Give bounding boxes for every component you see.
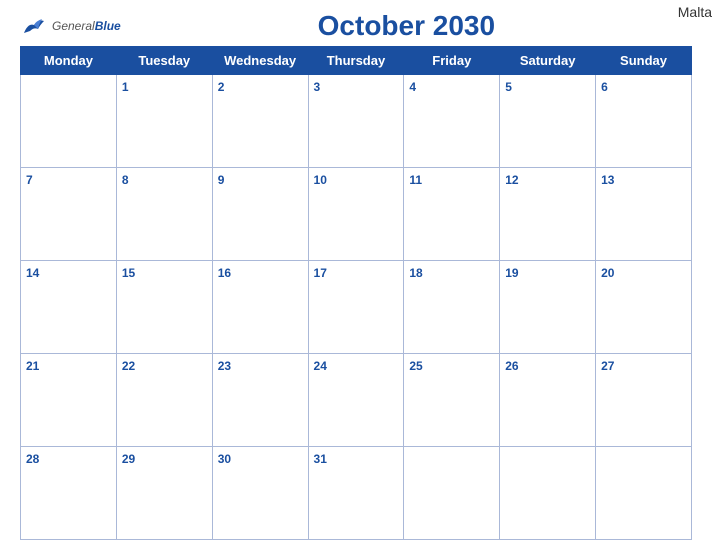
country-label: Malta <box>678 4 712 20</box>
day-number: 25 <box>409 359 422 373</box>
calendar-cell: 22 <box>116 354 212 447</box>
day-number: 29 <box>122 452 135 466</box>
calendar-cell: 20 <box>596 261 692 354</box>
calendar-cell: 1 <box>116 75 212 168</box>
day-number: 27 <box>601 359 614 373</box>
title-center: October 2030 <box>121 10 692 42</box>
day-number: 22 <box>122 359 135 373</box>
calendar-cell: 28 <box>21 447 117 540</box>
day-number: 13 <box>601 173 614 187</box>
calendar-body: 1234567891011121314151617181920212223242… <box>21 75 692 540</box>
day-number: 2 <box>218 80 225 94</box>
calendar-week-2: 7 8 9 10 11 12 13 <box>21 168 692 261</box>
day-number: 21 <box>26 359 39 373</box>
calendar-week-3: 14 15 16 17 18 19 20 <box>21 261 692 354</box>
logo-text: GeneralBlue <box>52 17 121 35</box>
day-number: 5 <box>505 80 512 94</box>
calendar-header: Monday Tuesday Wednesday Thursday Friday… <box>21 47 692 75</box>
calendar-cell: 4 <box>404 75 500 168</box>
calendar-cell: 10 <box>308 168 404 261</box>
calendar-cell: 6 <box>596 75 692 168</box>
day-number: 6 <box>601 80 608 94</box>
calendar-cell: 5 <box>500 75 596 168</box>
day-number: 26 <box>505 359 518 373</box>
day-number: 19 <box>505 266 518 280</box>
day-number: 12 <box>505 173 518 187</box>
calendar-cell: 25 <box>404 354 500 447</box>
day-number: 24 <box>314 359 327 373</box>
calendar-cell: 18 <box>404 261 500 354</box>
calendar-cell: 17 <box>308 261 404 354</box>
day-number: 8 <box>122 173 129 187</box>
day-number: 18 <box>409 266 422 280</box>
day-number: 3 <box>314 80 321 94</box>
logo-general: General <box>52 19 95 33</box>
calendar-cell: 21 <box>21 354 117 447</box>
calendar-cell: 23 <box>212 354 308 447</box>
calendar-cell: 8 <box>116 168 212 261</box>
calendar-cell: 12 <box>500 168 596 261</box>
calendar-cell: 2 <box>212 75 308 168</box>
col-friday: Friday <box>404 47 500 75</box>
calendar-week-1: 1 2 3 4 5 6 <box>21 75 692 168</box>
calendar-week-5: 28 29 30 31 <box>21 447 692 540</box>
day-number: 11 <box>409 173 422 187</box>
days-of-week-row: Monday Tuesday Wednesday Thursday Friday… <box>21 47 692 75</box>
col-monday: Monday <box>21 47 117 75</box>
col-tuesday: Tuesday <box>116 47 212 75</box>
calendar-cell <box>404 447 500 540</box>
header: GeneralBlue October 2030 Malta <box>20 10 692 42</box>
day-number: 16 <box>218 266 231 280</box>
col-wednesday: Wednesday <box>212 47 308 75</box>
col-saturday: Saturday <box>500 47 596 75</box>
calendar-cell: 31 <box>308 447 404 540</box>
day-number: 31 <box>314 452 327 466</box>
calendar-table: Monday Tuesday Wednesday Thursday Friday… <box>20 46 692 540</box>
calendar-cell: 3 <box>308 75 404 168</box>
day-number: 10 <box>314 173 327 187</box>
calendar-cell: 27 <box>596 354 692 447</box>
calendar-cell: 13 <box>596 168 692 261</box>
logo-icon <box>20 15 48 37</box>
logo-blue: Blue <box>95 19 121 33</box>
day-number: 1 <box>122 80 129 94</box>
calendar-cell: 9 <box>212 168 308 261</box>
day-number: 15 <box>122 266 135 280</box>
calendar-cell: 29 <box>116 447 212 540</box>
calendar-cell: 26 <box>500 354 596 447</box>
day-number: 7 <box>26 173 33 187</box>
calendar-cell: 11 <box>404 168 500 261</box>
day-number: 17 <box>314 266 327 280</box>
calendar-cell: 7 <box>21 168 117 261</box>
day-number: 9 <box>218 173 225 187</box>
calendar-cell: 16 <box>212 261 308 354</box>
day-number: 23 <box>218 359 231 373</box>
day-number: 30 <box>218 452 231 466</box>
calendar-cell <box>500 447 596 540</box>
calendar-cell: 24 <box>308 354 404 447</box>
logo-area: GeneralBlue <box>20 15 121 37</box>
calendar-cell <box>21 75 117 168</box>
col-thursday: Thursday <box>308 47 404 75</box>
calendar-week-4: 21 22 23 24 25 26 27 <box>21 354 692 447</box>
calendar-title: October 2030 <box>318 10 495 41</box>
day-number: 28 <box>26 452 39 466</box>
day-number: 14 <box>26 266 39 280</box>
calendar-cell: 30 <box>212 447 308 540</box>
col-sunday: Sunday <box>596 47 692 75</box>
calendar-cell: 14 <box>21 261 117 354</box>
calendar-cell <box>596 447 692 540</box>
day-number: 20 <box>601 266 614 280</box>
day-number: 4 <box>409 80 416 94</box>
calendar-cell: 19 <box>500 261 596 354</box>
calendar-cell: 15 <box>116 261 212 354</box>
